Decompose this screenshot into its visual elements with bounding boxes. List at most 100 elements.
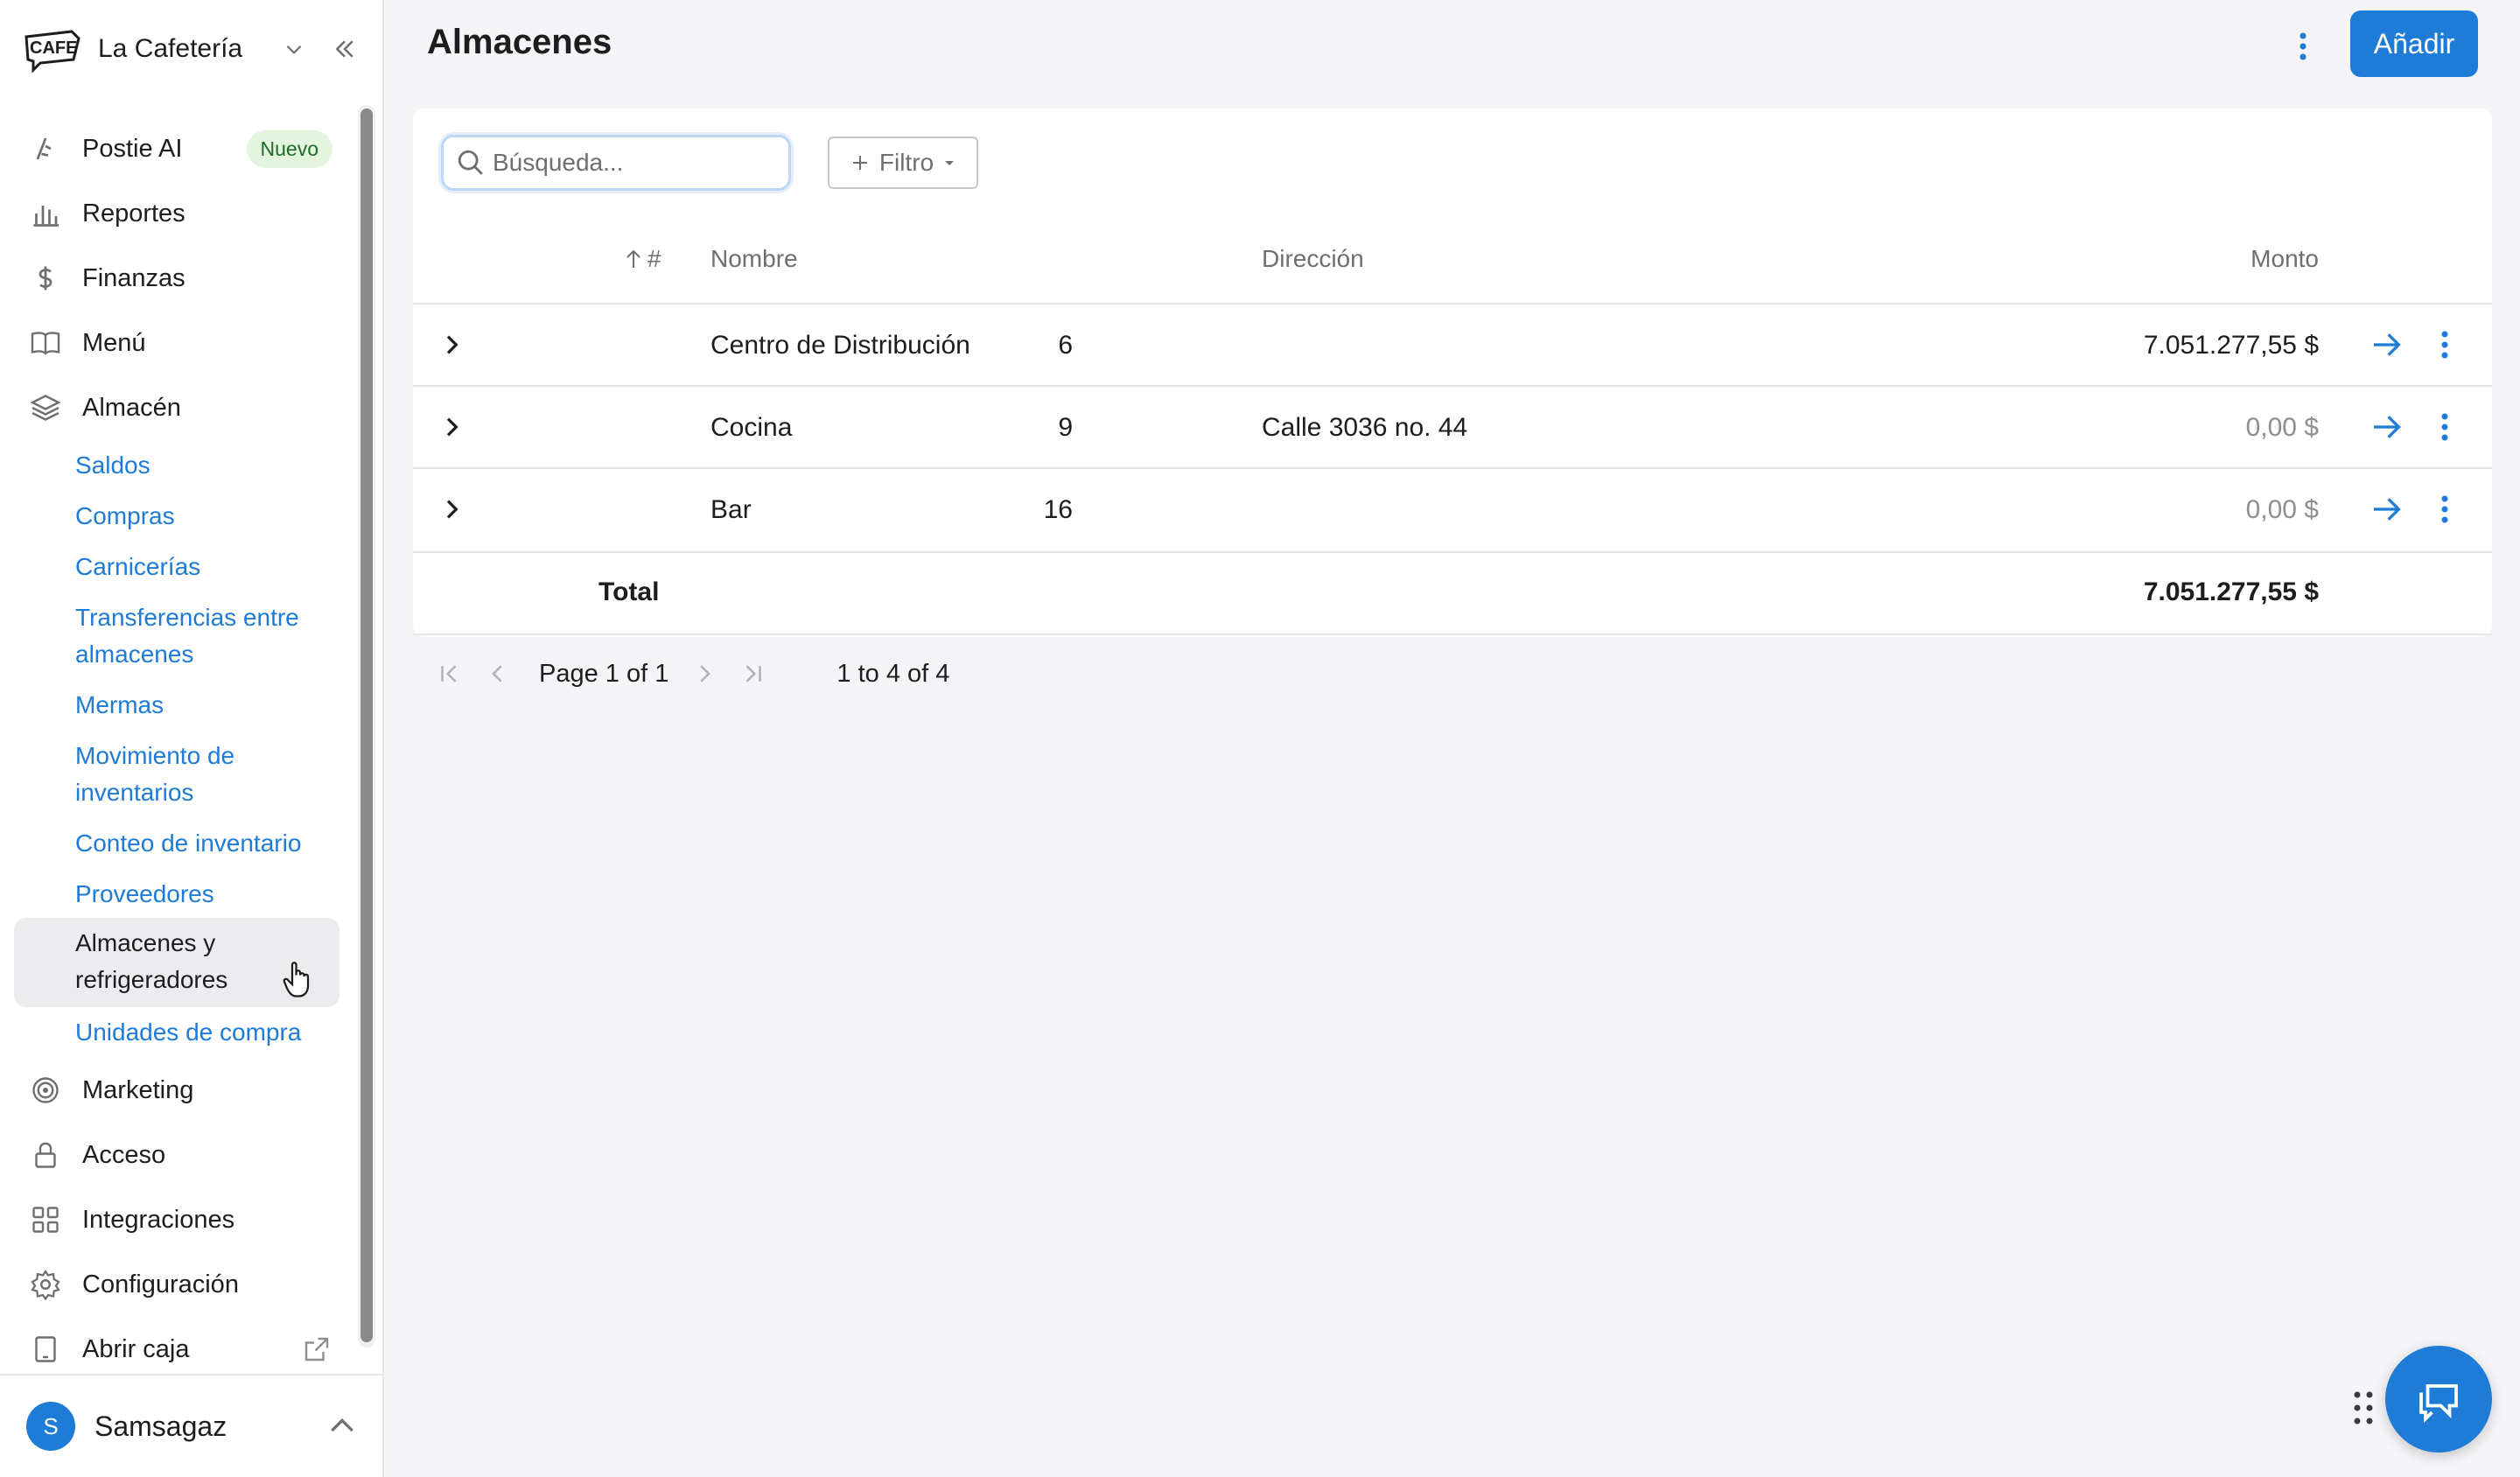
column-header-nombre[interactable]: Nombre: [710, 245, 798, 273]
nav-item-postie-ai[interactable]: Postie AI Nuevo: [26, 122, 332, 175]
subnav-transferencias[interactable]: Transferencias entre almacenes: [75, 599, 329, 673]
row-name: Centro de Distribución: [710, 331, 970, 360]
row-id: 6: [1058, 331, 1073, 360]
new-badge: Nuevo: [246, 130, 332, 168]
cafe-logo-icon: CAFE: [24, 30, 80, 74]
hand-cursor-icon: [283, 962, 310, 998]
tablet-icon: [26, 1330, 65, 1368]
nav-label: Finanzas: [82, 263, 186, 292]
column-header-direccion[interactable]: Dirección: [1262, 245, 1364, 273]
warehouses-table-card: Filtro # Nombre Dirección Monto 6 Centro…: [413, 108, 2492, 637]
layers-icon: [26, 388, 65, 427]
page-title: Almacenes: [427, 23, 612, 61]
nav-item-abrir-caja[interactable]: Abrir caja: [26, 1323, 332, 1376]
arrow-right-icon[interactable]: [2370, 492, 2404, 527]
expand-row-icon[interactable]: [438, 413, 466, 441]
nav-label: Menú: [82, 328, 146, 357]
subnav-compras[interactable]: Compras: [75, 498, 338, 535]
previous-page-icon[interactable]: [485, 661, 511, 687]
expand-row-icon[interactable]: [438, 495, 466, 523]
expand-row-icon[interactable]: [438, 331, 466, 359]
nav-item-almacen[interactable]: Almacén: [26, 382, 332, 434]
nav-item-integraciones[interactable]: Integraciones: [26, 1194, 332, 1246]
brand-switcher[interactable]: CAFE La Cafetería: [21, 21, 362, 77]
nav-item-finanzas[interactable]: Finanzas: [26, 252, 332, 304]
divider: [413, 467, 2492, 469]
row-more-options-icon[interactable]: [2436, 410, 2454, 444]
nav-label: Acceso: [82, 1140, 166, 1169]
subnav-movimiento-inventarios[interactable]: Movimiento de inventarios: [75, 738, 294, 811]
scrollbar-thumb[interactable]: [360, 108, 373, 1342]
row-more-options-icon[interactable]: [2436, 327, 2454, 362]
subnav-mermas[interactable]: Mermas: [75, 687, 338, 724]
row-amount: 0,00 $: [2245, 495, 2319, 524]
nav-item-marketing[interactable]: Marketing: [26, 1064, 332, 1116]
last-page-icon[interactable]: [740, 661, 766, 687]
row-amount: 7.051.277,55 $: [2143, 331, 2319, 360]
sidebar-scrollbar[interactable]: [358, 105, 375, 1348]
user-menu[interactable]: S Samsagaz: [0, 1374, 382, 1477]
search-box[interactable]: [441, 135, 791, 191]
row-address: Calle 3036 no. 44: [1262, 413, 1468, 442]
add-button[interactable]: Añadir: [2350, 10, 2478, 77]
nav-label: Marketing: [82, 1075, 194, 1104]
page-indicator: Page 1 of 1: [539, 659, 669, 688]
drag-handle-icon[interactable]: [2350, 1388, 2376, 1428]
row-name: Cocina: [710, 413, 793, 442]
nav-item-reportes[interactable]: Reportes: [26, 187, 332, 240]
subnav-conteo-inventario[interactable]: Conteo de inventario: [75, 825, 338, 862]
page-more-options-icon[interactable]: [2284, 24, 2322, 68]
search-icon: [458, 150, 483, 175]
row-amount: 0,00 $: [2245, 413, 2319, 442]
lock-icon: [26, 1136, 65, 1174]
sort-ascending-icon: [626, 249, 640, 268]
divider: [413, 303, 2492, 304]
gear-icon: [26, 1265, 65, 1304]
nav-item-menu[interactable]: Menú: [26, 317, 332, 369]
total-amount: 7.051.277,55 $: [2143, 578, 2319, 606]
arrow-right-icon[interactable]: [2370, 410, 2404, 444]
nav-item-acceso[interactable]: Acceso: [26, 1129, 332, 1181]
nav-label: Configuración: [82, 1270, 239, 1298]
caret-down-icon: [945, 161, 955, 165]
nav-item-configuracion[interactable]: Configuración: [26, 1258, 332, 1311]
row-id: 16: [1043, 495, 1073, 524]
sparkle-icon: [26, 130, 65, 168]
book-icon: [26, 324, 65, 362]
nav-label: Reportes: [82, 199, 186, 228]
chevron-up-icon[interactable]: [325, 1409, 360, 1444]
first-page-icon[interactable]: [436, 661, 462, 687]
divider: [413, 634, 2492, 635]
filter-label: Filtro: [878, 149, 934, 176]
subnav-unidades-compra[interactable]: Unidades de compra: [75, 1014, 338, 1051]
row-range: 1 to 4 of 4: [836, 659, 950, 688]
chat-bubbles-icon: [2419, 1384, 2458, 1424]
bar-chart-icon: [26, 194, 65, 233]
filter-button[interactable]: Filtro: [828, 136, 978, 189]
grid-icon: [26, 1200, 65, 1239]
chat-button[interactable]: [2385, 1346, 2492, 1452]
nav-label: Integraciones: [82, 1205, 235, 1234]
row-name: Bar: [710, 495, 752, 524]
divider: [413, 385, 2492, 387]
total-label: Total: [598, 578, 660, 606]
subnav-saldos[interactable]: Saldos: [75, 447, 338, 484]
external-link-icon: [304, 1337, 329, 1362]
divider: [413, 551, 2492, 553]
row-more-options-icon[interactable]: [2436, 492, 2454, 527]
chevron-down-icon[interactable]: [276, 32, 312, 66]
subnav-proveedores[interactable]: Proveedores: [75, 876, 338, 913]
nav-label: Almacén: [82, 393, 181, 422]
column-header-id[interactable]: #: [623, 245, 662, 273]
subnav-carnicerias[interactable]: Carnicerías: [75, 549, 338, 585]
nav-label: Postie AI: [82, 134, 183, 163]
avatar: S: [26, 1402, 75, 1451]
subnav-almacenes-refrigeradores[interactable]: Almacenes y refrigeradores: [75, 925, 303, 998]
column-header-monto[interactable]: Monto: [2250, 245, 2319, 273]
svg-text:CAFE: CAFE: [30, 38, 77, 58]
collapse-sidebar-icon[interactable]: [327, 32, 362, 66]
search-input[interactable]: [493, 149, 773, 177]
next-page-icon[interactable]: [691, 661, 718, 687]
arrow-right-icon[interactable]: [2370, 327, 2404, 362]
sidebar: CAFE La Cafetería Postie AI Nuevo Report…: [0, 0, 384, 1477]
